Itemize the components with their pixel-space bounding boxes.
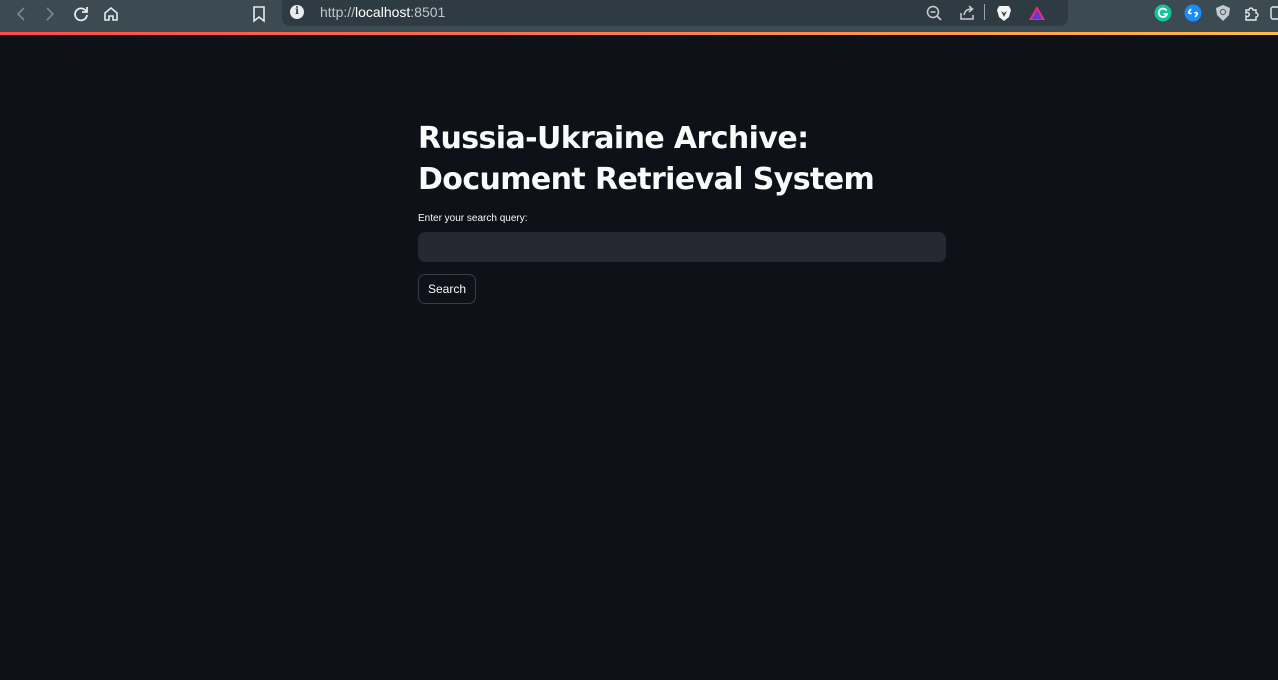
side-panel-icon[interactable] (1270, 3, 1278, 23)
url-text[interactable]: http://localhost:8501 (320, 4, 445, 20)
brave-shields-icon[interactable] (993, 3, 1015, 23)
grammarly-icon[interactable] (1153, 3, 1173, 23)
share-icon[interactable] (956, 3, 978, 23)
zoom-out-icon[interactable] (923, 3, 945, 23)
app-header-decoration (0, 32, 1278, 35)
shazam-icon[interactable] (1183, 3, 1203, 23)
page-title: Russia-Ukraine Archive: Document Retriev… (418, 121, 875, 197)
site-info-icon[interactable]: i (290, 5, 304, 19)
omnibox-divider (984, 4, 985, 20)
url-host: localhost (355, 4, 411, 20)
url-port: :8501 (410, 4, 446, 20)
browser-toolbar: i http://localhost:8501 (0, 0, 1278, 32)
home-icon[interactable] (97, 2, 125, 26)
back-icon[interactable] (7, 2, 35, 26)
address-bar[interactable]: i http://localhost:8501 (282, 0, 1068, 26)
extensions-puzzle-icon[interactable] (1242, 3, 1262, 23)
main-content: Russia-Ukraine Archive: Document Retriev… (418, 118, 946, 304)
reload-icon[interactable] (67, 2, 95, 26)
search-query-label: Enter your search query: (418, 213, 528, 224)
search-input[interactable] (418, 232, 946, 262)
url-scheme: http:// (320, 4, 356, 20)
search-button[interactable]: Search (418, 274, 477, 304)
forward-icon[interactable] (36, 2, 64, 26)
bookmark-icon[interactable] (245, 2, 273, 26)
shield-extension-icon[interactable] (1213, 3, 1233, 23)
brave-rewards-icon[interactable] (1026, 3, 1048, 23)
